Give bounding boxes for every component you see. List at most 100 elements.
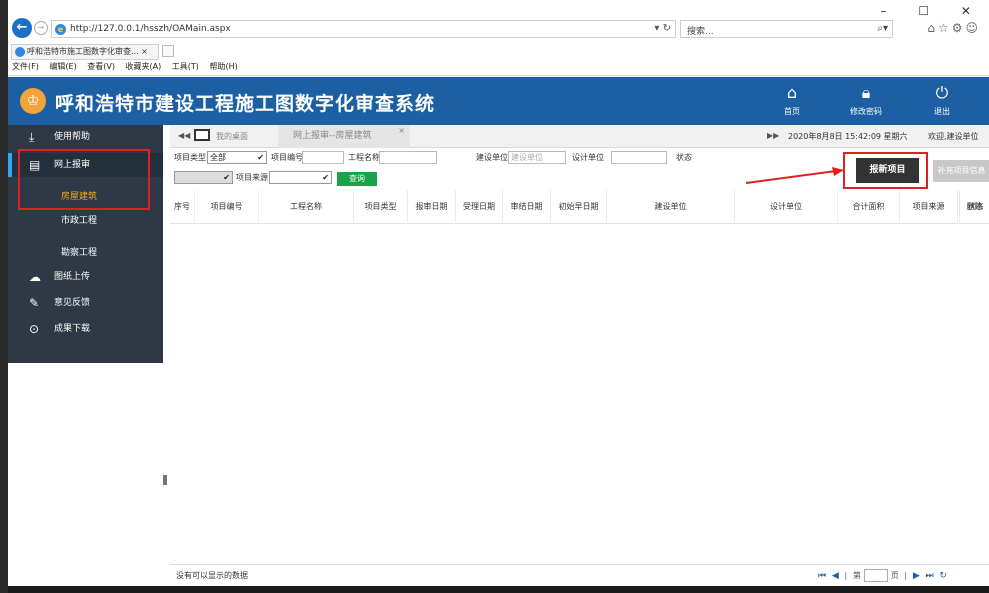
project-type-select[interactable]: 全部 ✔ bbox=[207, 151, 267, 164]
page-separator: | bbox=[904, 571, 908, 580]
sidebar-item-label: 使用帮助 bbox=[54, 132, 91, 142]
menu-tools[interactable]: 工具(T) bbox=[172, 62, 199, 71]
design-unit-label: 设计单位 bbox=[572, 153, 604, 162]
last-page-icon[interactable]: ⏭ bbox=[926, 571, 934, 581]
new-tab-button[interactable] bbox=[162, 45, 174, 57]
page-suffix: 页 bbox=[890, 571, 899, 580]
browser-toolbar-icons[interactable]: ⌂☆⚙☺ bbox=[927, 21, 981, 35]
browser-chrome: – ☐ ✕ ← → e http://127.0.0.1/hsszh/OAMai… bbox=[8, 0, 989, 76]
col-total-area[interactable]: 合计面积 bbox=[837, 190, 899, 224]
sidebar-item-label: 意见反馈 bbox=[54, 298, 91, 308]
tab-label: 网上报审--房屋建筑 bbox=[293, 131, 372, 141]
col-project-no[interactable]: 项目编号 bbox=[194, 190, 258, 224]
page-separator: | bbox=[844, 571, 848, 580]
sidebar-item-download[interactable]: ⊙ 成果下载 bbox=[8, 317, 163, 341]
change-password-label: 修改密码 bbox=[850, 107, 882, 116]
page-prefix: 第 bbox=[852, 571, 861, 580]
sidebar-item-municipal[interactable]: 市政工程 bbox=[8, 209, 163, 233]
project-type-value: 全部 bbox=[210, 153, 226, 162]
address-bar[interactable]: e http://127.0.0.1/hsszh/OAMain.aspx ▾ ↻ bbox=[51, 20, 676, 38]
annotation-arrow-icon bbox=[745, 167, 844, 184]
filter-bar: 项目类型 全部 ✔ 项目编号 工程名称 建设单位 建设单位 设计单位 状态 ✔ … bbox=[170, 149, 989, 189]
sidebar-item-help[interactable]: ⤓ 使用帮助 bbox=[8, 125, 163, 149]
tab-scroll-right-icon[interactable]: ▶▶ bbox=[767, 131, 779, 140]
sidebar-item-label: 图纸上传 bbox=[54, 272, 91, 282]
chevron-down-icon: ✔ bbox=[322, 173, 329, 182]
forward-button[interactable]: → bbox=[34, 21, 48, 35]
col-project-type[interactable]: 项目类型 bbox=[353, 190, 407, 224]
logout-button[interactable]: ⏻ 退出 bbox=[917, 83, 967, 117]
browser-tab-title: 呼和浩特市施工图数字化审查... × bbox=[27, 47, 148, 56]
menu-help[interactable]: 帮助(H) bbox=[209, 62, 237, 71]
col-design-unit[interactable]: 设计单位 bbox=[734, 190, 837, 224]
download-icon: ⤓ bbox=[29, 130, 35, 144]
browser-window: – ☐ ✕ ← → e http://127.0.0.1/hsszh/OAMai… bbox=[8, 0, 989, 593]
tab-my-desktop[interactable]: 我的桌面 bbox=[216, 131, 248, 142]
menu-view[interactable]: 查看(V) bbox=[87, 62, 115, 71]
nav-row: ← → e http://127.0.0.1/hsszh/OAMain.aspx… bbox=[8, 18, 989, 40]
chevron-down-icon: ✔ bbox=[257, 153, 264, 162]
table-footer: 没有可以显示的数据 ⏮ ◀ | 第 页 | ▶ ⏭ ↻ bbox=[170, 564, 989, 586]
table-header: 序号 项目编号 工程名称 项目类型 报审日期 受理日期 审结日期 初始早日期 建… bbox=[170, 190, 989, 224]
sidebar-item-feedback[interactable]: ✎ 意见反馈 bbox=[8, 291, 163, 315]
app-title: 呼和浩特市建设工程施工图数字化审查系统 bbox=[55, 93, 436, 115]
home-label: 首页 bbox=[784, 107, 800, 116]
col-index[interactable]: 序号 bbox=[170, 190, 194, 224]
sidebar-item-survey[interactable]: 勘察工程 bbox=[8, 241, 163, 265]
project-no-input[interactable] bbox=[302, 151, 344, 164]
query-button[interactable]: 查询 bbox=[337, 172, 377, 186]
project-no-label: 项目编号 bbox=[271, 153, 303, 162]
menu-favorites[interactable]: 收藏夹(A) bbox=[126, 62, 162, 71]
project-source-select[interactable]: ✔ bbox=[269, 171, 332, 184]
col-project-name[interactable]: 工程名称 bbox=[258, 190, 353, 224]
search-placeholder: 搜索... bbox=[687, 27, 714, 37]
col-close-date[interactable]: 审结日期 bbox=[502, 190, 550, 224]
status-label: 状态 bbox=[676, 153, 692, 162]
col-delete[interactable]: 删除 bbox=[959, 190, 989, 224]
sidebar-item-label: 勘察工程 bbox=[61, 248, 98, 258]
search-icon[interactable]: ⌕▾ bbox=[877, 23, 888, 34]
project-source-label: 项目来源 bbox=[236, 173, 268, 182]
tab-scroll-left-icon[interactable]: ◀◀ bbox=[178, 131, 190, 140]
menu-edit[interactable]: 编辑(E) bbox=[49, 62, 76, 71]
pagination: ⏮ ◀ | 第 页 | ▶ ⏭ ↻ bbox=[818, 569, 947, 582]
lock-icon: 🔒︎ bbox=[861, 83, 871, 102]
datetime-display: 2020年8月8日 15:42:09 星期六 bbox=[788, 132, 908, 141]
sidebar-collapse-handle[interactable] bbox=[163, 475, 167, 485]
sidebar-item-upload[interactable]: ☁ 图纸上传 bbox=[8, 265, 163, 289]
first-page-icon[interactable]: ⏮ bbox=[818, 571, 826, 581]
col-project-source[interactable]: 项目来源 bbox=[899, 190, 957, 224]
content-tab-bar: ◀◀ 我的桌面 网上报审--房屋建筑 × ▶▶ 2020年8月8日 15:42:… bbox=[170, 125, 989, 148]
menu-file[interactable]: 文件(F) bbox=[12, 62, 39, 71]
tab-online-review-building[interactable]: 网上报审--房屋建筑 × bbox=[278, 125, 410, 148]
build-unit-input[interactable]: 建设单位 bbox=[508, 151, 566, 164]
prev-page-icon[interactable]: ◀ bbox=[832, 571, 839, 581]
edit-icon: ✎ bbox=[29, 296, 40, 310]
col-accept-date[interactable]: 受理日期 bbox=[455, 190, 502, 224]
refresh-icon[interactable]: ▾ ↻ bbox=[654, 23, 671, 34]
no-data-text: 没有可以显示的数据 bbox=[176, 571, 248, 580]
build-unit-placeholder: 建设单位 bbox=[511, 153, 543, 162]
project-name-label: 工程名称 bbox=[348, 153, 380, 162]
status-select[interactable]: ✔ bbox=[174, 171, 233, 184]
browser-search-box[interactable]: 搜索... ⌕▾ bbox=[680, 20, 893, 38]
back-button[interactable]: ← bbox=[12, 18, 32, 38]
col-initial-date[interactable]: 初始早日期 bbox=[550, 190, 606, 224]
browser-tab[interactable]: 呼和浩特市施工图数字化审查... × bbox=[11, 44, 159, 60]
project-name-input[interactable] bbox=[379, 151, 437, 164]
window-controls[interactable]: – ☐ ✕ bbox=[881, 4, 985, 18]
sidebar-item-label: 市政工程 bbox=[61, 216, 98, 226]
page-number-input[interactable] bbox=[863, 569, 888, 582]
col-submit-date[interactable]: 报审日期 bbox=[407, 190, 455, 224]
design-unit-input[interactable] bbox=[611, 151, 667, 164]
col-build-unit[interactable]: 建设单位 bbox=[606, 190, 734, 224]
supplement-info-button[interactable]: 补充项目信息 bbox=[933, 160, 989, 182]
ie-icon: e bbox=[55, 24, 66, 35]
home-button[interactable]: ⌂ 首页 bbox=[767, 83, 817, 117]
new-project-button[interactable]: 报新项目 bbox=[856, 158, 919, 183]
next-page-icon[interactable]: ▶ bbox=[913, 571, 920, 581]
close-icon[interactable]: × bbox=[398, 119, 405, 142]
menu-bar: 文件(F) 编辑(E) 查看(V) 收藏夹(A) 工具(T) 帮助(H) bbox=[12, 61, 246, 72]
change-password-button[interactable]: 🔒︎ 修改密码 bbox=[841, 83, 891, 117]
refresh-icon[interactable]: ↻ bbox=[939, 571, 947, 581]
